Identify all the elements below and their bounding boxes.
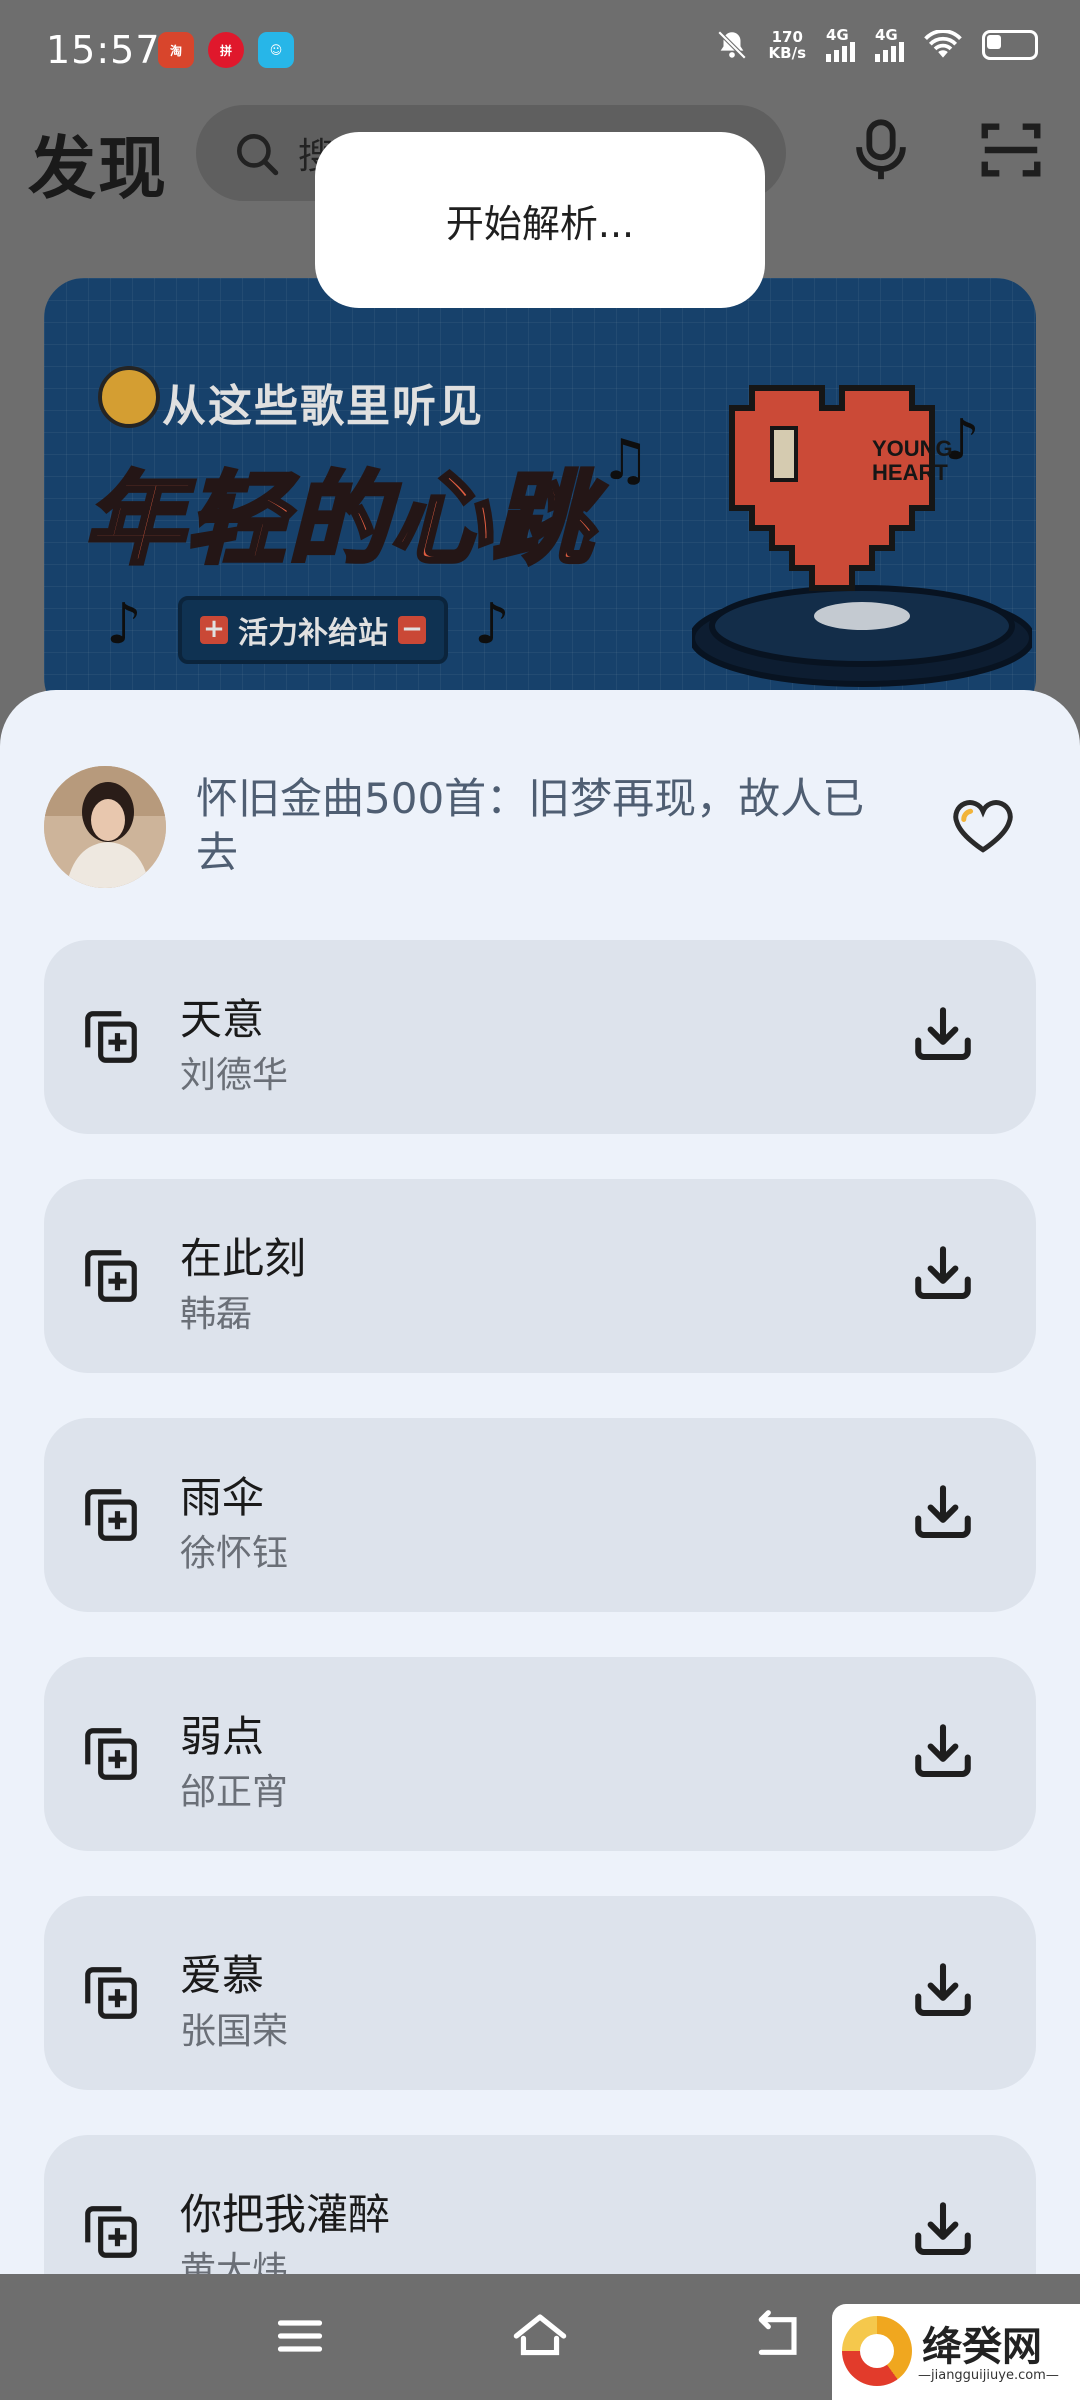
status-notification-apps: 淘 拼 ☺ xyxy=(158,32,294,68)
network-speed-value: 170 xyxy=(771,28,803,46)
watermark-logo-icon xyxy=(842,2316,912,2386)
search-icon xyxy=(237,134,279,176)
add-to-playlist-icon[interactable] xyxy=(80,1484,142,1546)
playlist-header: 怀旧金曲500首：旧梦再现，故人已去 xyxy=(0,690,1080,920)
song-title: 爱慕 xyxy=(180,1951,265,2000)
scan-icon[interactable] xyxy=(976,115,1046,185)
song-artist: 刘德华 xyxy=(180,1055,289,1096)
song-title: 天意 xyxy=(180,995,265,1044)
chat-app-icon: ☺ xyxy=(258,32,294,68)
download-icon[interactable] xyxy=(910,2197,976,2263)
watermark: 绛癸网 —jiangguijiuye.com— xyxy=(832,2304,1080,2400)
signal-icon-2: 4G xyxy=(875,26,904,62)
playlist-cover-avatar[interactable] xyxy=(44,766,166,888)
add-to-playlist-icon[interactable] xyxy=(80,1245,142,1307)
song-item[interactable]: 在此刻 韩磊 xyxy=(44,1179,1036,1373)
add-to-playlist-icon[interactable] xyxy=(80,1723,142,1785)
song-artist: 韩磊 xyxy=(180,1294,253,1335)
add-to-playlist-icon[interactable] xyxy=(80,2201,142,2263)
song-item[interactable]: 雨伞 徐怀钰 xyxy=(44,1418,1036,1612)
download-icon[interactable] xyxy=(910,1241,976,1307)
download-icon[interactable] xyxy=(910,1002,976,1068)
song-title: 你把我灌醉 xyxy=(180,2190,391,2239)
menu-icon[interactable] xyxy=(274,2310,326,2362)
watermark-text: 绛癸网 xyxy=(922,2324,1042,2370)
song-list: 天意 刘德华 在此刻 韩磊 雨伞 徐怀钰 弱点 邰正宵 爱慕 张国荣 你把我灌醉… xyxy=(44,940,1036,2274)
signal-icon: 4G xyxy=(826,26,855,62)
download-icon[interactable] xyxy=(910,1480,976,1546)
song-item[interactable]: 爱慕 张国荣 xyxy=(44,1896,1036,2090)
heart-icon[interactable] xyxy=(950,794,1016,856)
song-artist: 黄大炜 xyxy=(180,2250,289,2274)
song-artist: 邰正宵 xyxy=(180,1772,289,1813)
song-item[interactable]: 你把我灌醉 黄大炜 xyxy=(44,2135,1036,2274)
promo-banner[interactable]: 从这些歌里听见 年轻的心跳 + 活力补给站 − ♪ ♪ ♫ ♪ YOUNG HE… xyxy=(44,278,1036,718)
watermark-url: —jiangguijiuye.com— xyxy=(918,2368,1059,2383)
song-artist: 徐怀钰 xyxy=(180,1533,289,1574)
sim2-label: 4G xyxy=(875,26,898,44)
song-item[interactable]: 天意 刘德华 xyxy=(44,940,1036,1134)
song-artist: 张国荣 xyxy=(180,2011,289,2052)
wifi-icon xyxy=(924,30,962,58)
status-bar: 15:57 淘 拼 ☺ 170 KB/s 4G 4G xyxy=(0,0,1080,105)
download-icon[interactable] xyxy=(910,1719,976,1785)
pinduoduo-app-icon: 拼 xyxy=(208,32,244,68)
playlist-sheet: 怀旧金曲500首：旧梦再现，故人已去 天意 刘德华 在此刻 韩磊 雨伞 徐怀钰 … xyxy=(0,690,1080,2274)
battery-icon xyxy=(982,30,1038,60)
song-title: 在此刻 xyxy=(180,1234,307,1283)
status-indicators: 170 KB/s 4G 4G xyxy=(715,26,1038,62)
song-title: 雨伞 xyxy=(180,1473,265,1522)
song-title: 弱点 xyxy=(180,1712,265,1761)
add-to-playlist-icon[interactable] xyxy=(80,1962,142,2024)
toast-text: 开始解析... xyxy=(445,201,635,246)
sim1-label: 4G xyxy=(826,26,849,44)
song-item[interactable]: 弱点 邰正宵 xyxy=(44,1657,1036,1851)
taobao-app-icon: 淘 xyxy=(158,32,194,68)
home-icon[interactable] xyxy=(510,2310,570,2362)
download-icon[interactable] xyxy=(910,1958,976,2024)
network-speed-unit: KB/s xyxy=(768,44,806,62)
toast-message: 开始解析... xyxy=(315,132,765,308)
mute-bell-icon xyxy=(717,30,746,60)
page-title: 发现 xyxy=(28,130,169,209)
add-to-playlist-icon[interactable] xyxy=(80,1006,142,1068)
status-time: 15:57 xyxy=(46,28,161,72)
back-icon[interactable] xyxy=(752,2310,808,2362)
playlist-title: 怀旧金曲500首：旧梦再现，故人已去 xyxy=(196,774,865,877)
microphone-icon[interactable] xyxy=(846,115,916,185)
network-speed: 170 KB/s xyxy=(769,29,806,61)
